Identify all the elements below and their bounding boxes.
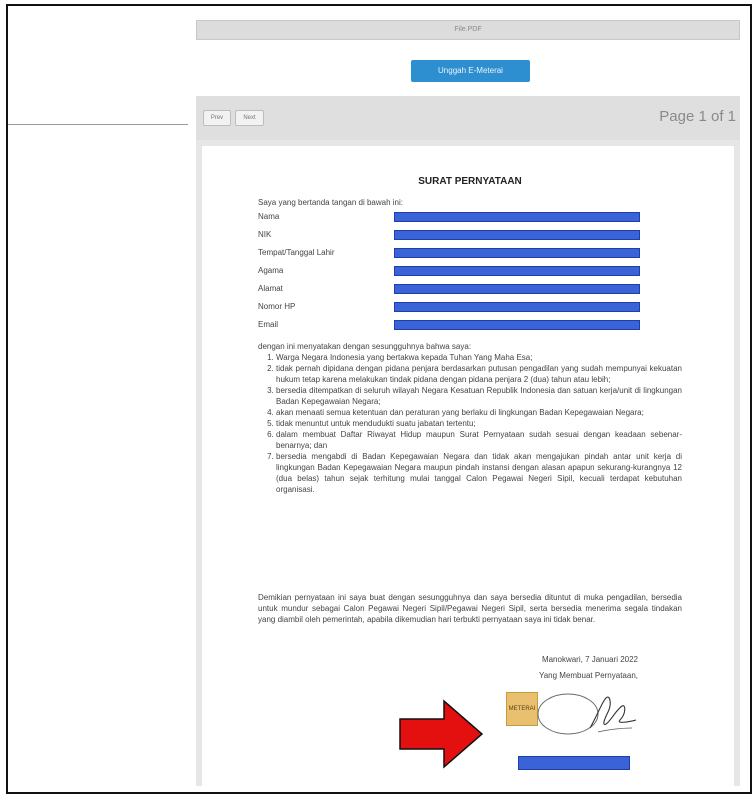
list-item: Warga Negara Indonesia yang bertakwa kep… xyxy=(276,352,682,363)
page-count: Page 1 of 1 xyxy=(659,108,736,125)
list-item: akan menaati semua ketentuan dan peratur… xyxy=(276,407,682,418)
red-arrow-annotation xyxy=(399,699,484,769)
signer-name-redaction xyxy=(518,756,630,770)
field-label-ttl: Tempat/Tanggal Lahir xyxy=(258,248,335,257)
file-name-bar: File.PDF xyxy=(196,20,740,40)
redaction-bar xyxy=(394,230,640,240)
redaction-bar xyxy=(394,248,640,258)
field-label-nama: Nama xyxy=(258,212,280,221)
maker-label: Yang Membuat Pernyataan, xyxy=(538,671,638,680)
left-panel-divider xyxy=(8,124,188,125)
declaration-points: Warga Negara Indonesia yang bertakwa kep… xyxy=(258,352,682,495)
list-item: tidak menuntut untuk mendudukti suatu ja… xyxy=(276,418,682,429)
list-item: bersedia mengabdi di Badan Kepegawaian N… xyxy=(276,451,682,495)
left-panel xyxy=(8,6,188,786)
signature-image xyxy=(537,693,637,735)
intro-text: Saya yang bertanda tangan di bawah ini: xyxy=(258,198,403,207)
list-item: bersedia ditempatkan di seluruh wilayah … xyxy=(276,385,682,407)
next-page-button[interactable]: Next xyxy=(235,110,264,126)
list-item: tidak pernah dipidana dengan pidana penj… xyxy=(276,363,682,385)
field-label-agama: Agama xyxy=(258,266,284,275)
pdf-page: SURAT PERNYATAAN Saya yang bertanda tang… xyxy=(202,146,734,786)
redaction-bar xyxy=(394,266,640,276)
prev-page-button[interactable]: Prev xyxy=(203,110,231,126)
upload-emeterai-button[interactable]: Unggah E-Meterai xyxy=(411,60,530,82)
pdf-toolbar: Prev Next Page 1 of 1 xyxy=(196,96,740,140)
declaration-intro: dengan ini menyatakan dengan sesungguhny… xyxy=(258,342,472,351)
field-label-email: Email xyxy=(258,320,279,329)
field-label-nik: NIK xyxy=(258,230,272,239)
field-label-nomor-hp: Nomor HP xyxy=(258,302,296,311)
redaction-bar xyxy=(394,302,640,312)
place-date: Manokwari, 7 Januari 2022 xyxy=(541,655,638,664)
field-label-alamat: Alamat xyxy=(258,284,283,293)
list-item: dalam membuat Daftar Riwayat Hidup maupu… xyxy=(276,429,682,451)
redaction-bar xyxy=(394,284,640,294)
pdf-viewer[interactable]: Prev Next Page 1 of 1 SURAT PERNYATAAN S… xyxy=(196,96,740,786)
closing-paragraph: Demikian pernyataan ini saya buat dengan… xyxy=(258,593,682,624)
document-title: SURAT PERNYATAAN xyxy=(418,176,522,187)
redaction-bar xyxy=(394,320,640,330)
redaction-bar xyxy=(394,212,640,222)
